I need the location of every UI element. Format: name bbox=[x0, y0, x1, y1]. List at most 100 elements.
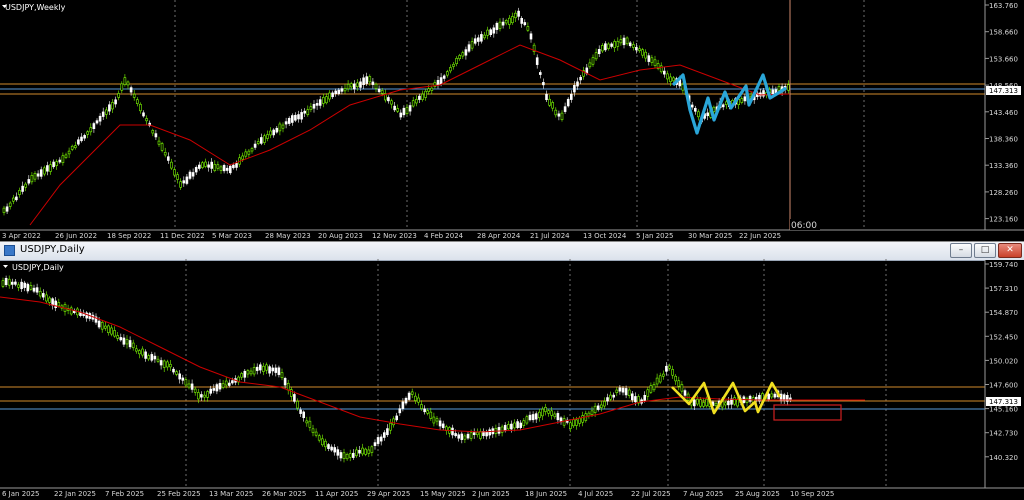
bear-candle bbox=[14, 281, 17, 285]
bear-candle bbox=[621, 387, 625, 393]
bear-candle bbox=[318, 99, 322, 106]
weekly-chart[interactable]: 163.760158.660153.660148.560143.460138.3… bbox=[0, 0, 1024, 241]
bull-candle bbox=[135, 348, 138, 352]
bull-candle bbox=[308, 420, 312, 428]
bull-candle bbox=[374, 83, 378, 89]
weekly-chart-window[interactable]: 163.760158.660153.660148.560143.460138.3… bbox=[0, 0, 1024, 242]
bear-candle bbox=[399, 112, 403, 118]
bear-candle bbox=[35, 287, 39, 293]
bear-candle bbox=[441, 423, 445, 428]
bull-candle bbox=[500, 426, 504, 433]
target-zone-rectangle[interactable] bbox=[773, 404, 842, 421]
bear-candle bbox=[395, 415, 399, 421]
bear-candle bbox=[510, 423, 513, 430]
bear-candle bbox=[767, 393, 771, 401]
bull-candle bbox=[74, 145, 77, 149]
bull-candle bbox=[348, 453, 352, 458]
bull-candle bbox=[616, 41, 620, 47]
bull-candle bbox=[17, 284, 20, 288]
daily-time-axis[interactable]: 6 Jan 2025 22 Jan 2025 7 Feb 2025 25 Feb 20… bbox=[2, 490, 834, 498]
bear-candle bbox=[362, 77, 365, 86]
bear-candle bbox=[119, 337, 123, 341]
bull-candle bbox=[48, 297, 51, 303]
bear-candle bbox=[275, 127, 279, 133]
bear-candle bbox=[618, 387, 622, 392]
bull-candle bbox=[64, 154, 68, 158]
bear-candle bbox=[569, 93, 573, 100]
bear-candle bbox=[473, 38, 477, 44]
price-tick-label: 140.320 bbox=[989, 454, 1018, 462]
bull-candle bbox=[591, 57, 595, 65]
daily-dropdown-icon[interactable] bbox=[3, 265, 8, 268]
bear-candle bbox=[200, 394, 203, 398]
daily-chart[interactable]: 159.740 157.310 154.870 152.450 150.020 147.6… bbox=[0, 242, 1024, 500]
bear-candle bbox=[492, 27, 496, 34]
bull-candle bbox=[435, 418, 439, 422]
bear-candle bbox=[359, 81, 362, 88]
bear-candle bbox=[624, 388, 628, 396]
daily-price-axis[interactable]: 159.740 157.310 154.870 152.450 150.020 147.6… bbox=[985, 261, 1018, 462]
bull-candle bbox=[306, 109, 310, 115]
bull-candle bbox=[69, 307, 73, 315]
weekly-cursor-time: 06:00 bbox=[791, 221, 817, 231]
price-tick-label: 145.160 bbox=[989, 406, 1018, 414]
bear-candle bbox=[404, 397, 408, 404]
bear-candle bbox=[128, 340, 132, 348]
bull-candle bbox=[421, 93, 424, 100]
bear-candle bbox=[259, 137, 263, 144]
bull-candle bbox=[116, 335, 119, 339]
bull-candle bbox=[588, 62, 592, 68]
bull-candle bbox=[646, 389, 650, 397]
bull-candle bbox=[522, 420, 526, 426]
date-tick-label: 22 Jan 2025 bbox=[54, 490, 96, 498]
bull-candle bbox=[625, 37, 629, 45]
bull-candle bbox=[672, 77, 675, 82]
bear-candle bbox=[142, 112, 145, 117]
bear-candle bbox=[4, 277, 8, 286]
bull-candle bbox=[599, 404, 603, 409]
bear-candle bbox=[77, 139, 80, 145]
bull-candle bbox=[653, 59, 657, 66]
bull-candle bbox=[49, 164, 52, 172]
bear-candle bbox=[556, 413, 560, 421]
bear-candle bbox=[398, 408, 402, 414]
bear-candle bbox=[495, 22, 499, 30]
bear-candle bbox=[23, 282, 27, 288]
bull-candle bbox=[368, 76, 372, 83]
bull-candle bbox=[671, 369, 674, 376]
bull-candle bbox=[736, 399, 740, 407]
bear-candle bbox=[604, 43, 607, 51]
bull-candle bbox=[244, 151, 248, 157]
price-tick-label: 128.260 bbox=[989, 189, 1018, 197]
bull-candle bbox=[89, 127, 93, 133]
daily-chart-window[interactable]: USDJPY,Daily – □ ✕ 159.740 157.310 154.870… bbox=[0, 242, 1024, 500]
bear-candle bbox=[517, 10, 520, 17]
bear-candle bbox=[442, 75, 446, 79]
bear-candle bbox=[382, 432, 386, 438]
bull-candle bbox=[414, 98, 418, 104]
bull-candle bbox=[263, 135, 266, 143]
bull-candle bbox=[12, 197, 15, 202]
bull-candle bbox=[355, 449, 358, 457]
bear-candle bbox=[178, 373, 181, 380]
bear-candle bbox=[215, 384, 219, 392]
bear-candle bbox=[454, 433, 457, 437]
bear-candle bbox=[489, 29, 493, 35]
bear-candle bbox=[690, 104, 694, 108]
weekly-time-axis[interactable]: 3 Apr 2022 26 Jun 2022 18 Sep 2022 11 Dec 2… bbox=[2, 232, 781, 240]
bear-candle bbox=[253, 143, 257, 148]
bear-candle bbox=[464, 49, 468, 56]
bull-candle bbox=[203, 394, 206, 398]
bear-candle bbox=[15, 196, 18, 201]
bear-candle bbox=[467, 44, 471, 52]
bull-candle bbox=[498, 21, 502, 29]
bull-candle bbox=[712, 106, 716, 112]
bull-candle bbox=[157, 140, 161, 145]
bull-candle bbox=[286, 382, 290, 391]
bear-candle bbox=[334, 90, 338, 95]
bear-candle bbox=[95, 120, 99, 124]
bear-candle bbox=[612, 394, 616, 398]
bear-candle bbox=[232, 164, 235, 169]
weekly-price-axis[interactable]: 163.760158.660153.660148.560143.460138.3… bbox=[985, 2, 1018, 224]
bear-candle bbox=[185, 176, 189, 184]
